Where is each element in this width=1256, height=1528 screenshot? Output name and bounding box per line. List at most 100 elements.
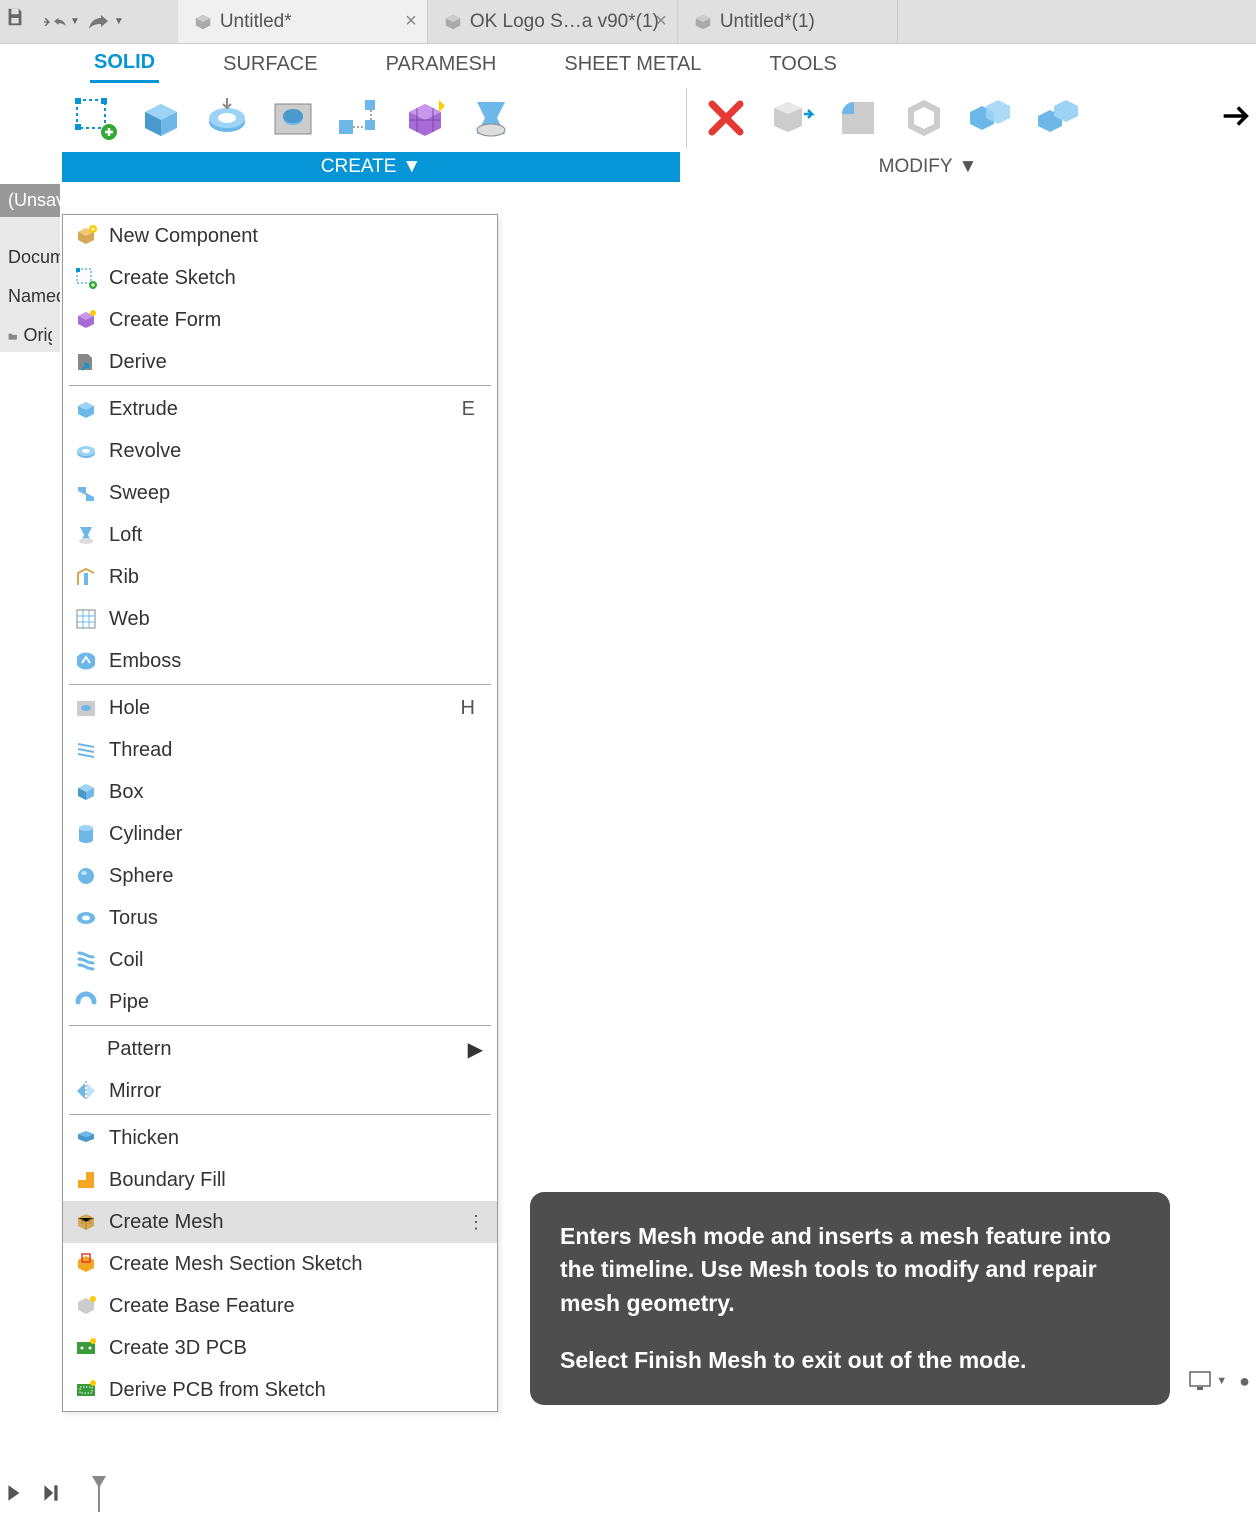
- menu-item-create-mesh[interactable]: Create Mesh⋮: [63, 1201, 497, 1243]
- play-start-icon[interactable]: [4, 1482, 26, 1504]
- menu-separator: [69, 385, 491, 386]
- close-icon[interactable]: ×: [655, 10, 667, 33]
- menu-item-hole[interactable]: HoleH: [63, 687, 497, 729]
- menu-item-cylinder[interactable]: Cylinder: [63, 813, 497, 855]
- browser-row-named[interactable]: Named: [0, 280, 60, 313]
- menu-item-box[interactable]: Box: [63, 771, 497, 813]
- tool-loft[interactable]: [464, 91, 518, 145]
- menu-item-label: Derive: [109, 351, 167, 374]
- tool-sketch[interactable]: [68, 91, 122, 145]
- browser-header[interactable]: (Unsaved): [0, 184, 60, 217]
- ribbon-tab-surface[interactable]: SURFACE: [219, 47, 321, 82]
- folder-icon: [8, 329, 18, 343]
- chevron-down-icon[interactable]: ▼: [1216, 1375, 1227, 1387]
- chevron-down-icon: ▼: [959, 156, 978, 178]
- menu-item-label: Hole: [109, 697, 150, 720]
- tool-extrude[interactable]: [134, 91, 188, 145]
- redo-button[interactable]: [84, 8, 112, 36]
- menu-item-create-sketch[interactable]: Create Sketch: [63, 257, 497, 299]
- cylinder-icon: [73, 821, 99, 847]
- menu-item-label: Loft: [109, 524, 142, 547]
- menu-item-web[interactable]: Web: [63, 598, 497, 640]
- group-label-create[interactable]: CREATE ▼: [62, 152, 680, 182]
- tab-document-0[interactable]: Untitled* ×: [178, 0, 428, 43]
- menu-item-pattern[interactable]: Pattern▶: [63, 1028, 497, 1070]
- menu-item-sphere[interactable]: Sphere: [63, 855, 497, 897]
- tool-hole[interactable]: [266, 91, 320, 145]
- menu-item-create-base-feature[interactable]: Create Base Feature: [63, 1285, 497, 1327]
- menu-item-boundary-fill[interactable]: Boundary Fill: [63, 1159, 497, 1201]
- menu-item-label: Emboss: [109, 650, 181, 673]
- tool-align[interactable]: [1029, 91, 1083, 145]
- mesh-icon: [73, 1209, 99, 1235]
- menu-item-create-form[interactable]: Create Form: [63, 299, 497, 341]
- web-icon: [73, 606, 99, 632]
- menu-item-label: Revolve: [109, 440, 181, 463]
- ribbon-tab-tools[interactable]: TOOLS: [765, 47, 840, 82]
- close-icon[interactable]: ×: [405, 10, 417, 33]
- menu-item-label: Web: [109, 608, 150, 631]
- menu-item-label: Rib: [109, 566, 139, 589]
- dot-icon[interactable]: ●: [1239, 1371, 1250, 1392]
- tool-form[interactable]: [398, 91, 452, 145]
- cube-icon: [444, 13, 462, 31]
- menu-item-label: Create Base Feature: [109, 1295, 295, 1318]
- form-icon: [73, 307, 99, 333]
- menu-item-derive[interactable]: Derive: [63, 341, 497, 383]
- redo-dropdown-icon[interactable]: ▼: [114, 16, 124, 27]
- tab-label: OK Logo S…a v90*(1): [470, 11, 659, 33]
- component-icon: [73, 223, 99, 249]
- menu-item-label: Coil: [109, 949, 143, 972]
- group-label-modify[interactable]: MODIFY ▼: [693, 152, 1163, 182]
- tab-label: Untitled*: [220, 11, 292, 33]
- menu-item-label: Mirror: [109, 1080, 161, 1103]
- menu-item-revolve[interactable]: Revolve: [63, 430, 497, 472]
- ribbon-tab-solid[interactable]: SOLID: [90, 45, 159, 83]
- tool-presspull[interactable]: [765, 91, 819, 145]
- menu-item-extrude[interactable]: ExtrudeE: [63, 388, 497, 430]
- menu-item-coil[interactable]: Coil: [63, 939, 497, 981]
- tab-document-2[interactable]: Untitled*(1): [678, 0, 898, 43]
- more-icon[interactable]: ⋮: [467, 1212, 483, 1233]
- tool-pattern[interactable]: [332, 91, 386, 145]
- tool-delete[interactable]: [699, 91, 753, 145]
- menu-item-create-mesh-section-sketch[interactable]: Create Mesh Section Sketch: [63, 1243, 497, 1285]
- undo-button[interactable]: [40, 8, 68, 36]
- menu-item-thread[interactable]: Thread: [63, 729, 497, 771]
- thicken-icon: [73, 1125, 99, 1151]
- monitor-icon[interactable]: [1188, 1370, 1212, 1392]
- menu-item-label: Create Sketch: [109, 267, 236, 290]
- tool-fillet[interactable]: [831, 91, 885, 145]
- menu-item-derive-pcb-from-sketch[interactable]: Derive PCB from Sketch: [63, 1369, 497, 1411]
- tab-document-1[interactable]: OK Logo S…a v90*(1) ×: [428, 0, 678, 43]
- undo-dropdown-icon[interactable]: ▼: [70, 16, 80, 27]
- rib-icon: [73, 564, 99, 590]
- tool-shell[interactable]: [897, 91, 951, 145]
- box-icon: [73, 779, 99, 805]
- browser-row-document[interactable]: Document: [0, 241, 60, 274]
- ribbon-tab-paramesh[interactable]: PARAMESH: [382, 47, 501, 82]
- menu-item-thicken[interactable]: Thicken: [63, 1117, 497, 1159]
- play-next-icon[interactable]: [40, 1482, 62, 1504]
- save-icon[interactable]: [4, 6, 26, 28]
- menu-item-torus[interactable]: Torus: [63, 897, 497, 939]
- timeline-marker-icon[interactable]: [90, 1474, 108, 1512]
- loft-icon: [73, 522, 99, 548]
- browser-row-origin[interactable]: Origin: [0, 319, 60, 352]
- sketch-icon: [73, 265, 99, 291]
- menu-item-pipe[interactable]: Pipe: [63, 981, 497, 1023]
- tool-combine[interactable]: [963, 91, 1017, 145]
- coil-icon: [73, 947, 99, 973]
- menu-item-create-3d-pcb[interactable]: Create 3D PCB: [63, 1327, 497, 1369]
- menu-item-loft[interactable]: Loft: [63, 514, 497, 556]
- pcb-icon: [73, 1335, 99, 1361]
- menu-item-new-component[interactable]: New Component: [63, 215, 497, 257]
- menu-item-label: Cylinder: [109, 823, 182, 846]
- menu-item-rib[interactable]: Rib: [63, 556, 497, 598]
- ribbon-tab-sheetmetal[interactable]: SHEET METAL: [560, 47, 705, 82]
- menu-item-sweep[interactable]: Sweep: [63, 472, 497, 514]
- menu-item-mirror[interactable]: Mirror: [63, 1070, 497, 1112]
- menu-item-emboss[interactable]: Emboss: [63, 640, 497, 682]
- toolbar-overflow[interactable]: [1218, 86, 1256, 146]
- tool-revolve[interactable]: [200, 91, 254, 145]
